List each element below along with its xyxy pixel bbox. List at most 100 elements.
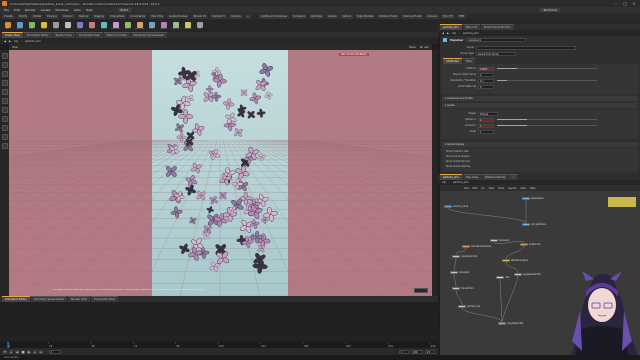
shelf-tool-l-system[interactable]: L-System [171, 21, 180, 30]
shelf-tab[interactable]: Model [31, 13, 44, 19]
node-body[interactable] [514, 273, 522, 276]
menu-labs[interactable]: Labs [74, 8, 81, 12]
viewport-canvas[interactable] [9, 50, 432, 296]
shelf-tab[interactable]: Constraints [128, 13, 148, 19]
shelf-tab[interactable]: Simple FX [210, 13, 228, 19]
node-body[interactable] [498, 322, 506, 325]
node-body[interactable] [452, 255, 460, 258]
shelf-tool-grid[interactable]: Grid [51, 21, 60, 30]
guide-folder[interactable]: ▾ Guide [442, 103, 638, 108]
node-body[interactable] [496, 276, 504, 279]
network-node-transformpieces1[interactable]: transformpieces1 [462, 245, 491, 248]
step-forward-icon[interactable]: ▸ [33, 349, 37, 354]
node-name-field[interactable]: popsolver1 [466, 38, 527, 42]
network-node-copytopoints1[interactable]: copytopoints1 [452, 255, 477, 258]
node-body[interactable] [522, 223, 530, 226]
stop-frame-field[interactable]: 0 [478, 72, 494, 77]
distance-slider[interactable] [497, 118, 597, 121]
checkbox-label[interactable]: Show Collision Geo [442, 150, 502, 153]
shelf-tab[interactable]: Volume [229, 13, 243, 19]
animation-editor-graph[interactable] [0, 302, 438, 342]
shelf-tool-path[interactable]: Path [123, 21, 132, 30]
shelf-tab[interactable]: Texture [76, 13, 91, 19]
network-node-popvop1[interactable]: popvop1 [490, 239, 509, 242]
network-node-popforce1[interactable]: popforce1 [520, 243, 541, 246]
handle-tool-icon[interactable] [1, 89, 8, 95]
path-node[interactable]: particle_sim [463, 32, 479, 35]
network-node-out-particles[interactable]: out_particles [522, 223, 546, 226]
jump-end-icon[interactable]: ⏭ [39, 349, 43, 354]
shelf-tab[interactable]: Terrain FX [191, 13, 209, 19]
path-obj[interactable]: obj [452, 32, 456, 35]
checkbox-label[interactable]: Show Guide Velocity [442, 165, 502, 168]
shelf-tool-curve[interactable]: Curve [99, 21, 108, 30]
shelf-tab-add[interactable]: + [244, 13, 251, 19]
collisions-folder[interactable]: ▸ Collisions and Limits [442, 96, 638, 101]
shelf-tab-right[interactable]: Particles [309, 13, 325, 19]
cohesion-slider[interactable] [497, 124, 597, 127]
play-icon[interactable]: ▶ [27, 349, 31, 354]
back-icon[interactable]: ◀ [4, 40, 6, 43]
network-node-attribwrangle1[interactable]: attribwrangle1 [502, 259, 528, 262]
shelf-tool-file[interactable]: File [195, 21, 204, 30]
menu-edit[interactable]: Edit [14, 8, 20, 12]
shelf-tab[interactable]: Deform [61, 13, 75, 19]
view-tool-icon[interactable] [1, 107, 8, 113]
node-body[interactable] [458, 305, 466, 308]
node-body[interactable] [522, 197, 530, 200]
path-obj[interactable]: obj [14, 40, 18, 43]
scene-viewport[interactable]: Not cached (Multiple) Left mouse tumbles… [9, 50, 432, 296]
shelf-tool-null[interactable]: Null [63, 21, 72, 30]
shelf-tab-right[interactable]: Rigid Bodies [355, 13, 376, 19]
display-icon[interactable] [1, 125, 8, 131]
lifetime-slider[interactable] [497, 67, 597, 70]
shelf-tab[interactable]: Guide Process [167, 13, 190, 19]
shelf-tab[interactable]: Create [2, 13, 15, 19]
desktop-select[interactable]: Technical [540, 8, 560, 12]
shelf-tab-right[interactable]: FEM [456, 13, 467, 19]
shelf-tool-metaball[interactable]: Metaball [183, 21, 192, 30]
persp-menu[interactable]: Persp [409, 46, 416, 49]
menu-render[interactable]: Render [25, 8, 36, 12]
step-back-icon[interactable]: ◂ [9, 349, 13, 354]
shelf-tab-right[interactable]: Vellum [340, 13, 354, 19]
guide-display-folder[interactable]: ▾ Guide Display [442, 142, 638, 147]
network-node-popspeedlimit1[interactable]: popspeedlimit1 [514, 273, 541, 276]
distance-field[interactable]: 1 [478, 117, 494, 122]
forward-icon[interactable]: ▶ [9, 40, 11, 43]
shelf-tool-spray-paint[interactable]: Spray Paint [135, 21, 144, 30]
shelf-tab-right[interactable]: Particle Fluids [377, 13, 400, 19]
play-reverse-icon[interactable]: ◀ [15, 349, 19, 354]
orientation-field[interactable]: 0.1 [478, 78, 494, 83]
maximize-icon[interactable]: □ [621, 1, 629, 6]
close-icon[interactable]: × [630, 1, 638, 6]
shelf-tool-line[interactable]: Line [75, 21, 84, 30]
shelf-tool-platonic[interactable]: Platonic [159, 21, 168, 30]
node-body[interactable] [490, 239, 498, 242]
shelf-tab[interactable]: Characters [108, 13, 127, 19]
scale-tool-icon[interactable] [1, 80, 8, 86]
orientation-slider[interactable] [497, 79, 597, 82]
shelf-tool-sphere[interactable]: Sphere [15, 21, 24, 30]
shelf-tool-font[interactable]: Font [147, 21, 156, 30]
shelf-tool-box[interactable]: Box [3, 21, 12, 30]
stop-icon[interactable]: ■ [21, 349, 25, 354]
shape-select[interactable]: Sphere [478, 111, 498, 116]
shelf-tab-right[interactable]: Grains [326, 13, 339, 19]
current-frame-field[interactable]: 1 [49, 349, 61, 354]
move-tool-icon[interactable] [1, 62, 8, 68]
end-frame-field[interactable]: 240 [411, 349, 423, 354]
scale-field[interactable]: 1 [478, 129, 494, 134]
minimize-icon[interactable]: – [612, 1, 620, 6]
jump-start-icon[interactable]: ⏮ [3, 349, 7, 354]
network-node-rot1[interactable]: rot1 [496, 276, 510, 279]
forward-icon[interactable]: ▶ [447, 32, 449, 35]
render-region-icon[interactable] [1, 143, 8, 149]
menu-file[interactable]: File [4, 8, 9, 12]
group-type-select[interactable]: Guess from Group [476, 51, 516, 56]
node-body[interactable] [520, 243, 528, 246]
cohesion-field[interactable]: 1 [478, 123, 494, 128]
network-node-popsolver1[interactable]: popsolver1 [522, 197, 544, 200]
start-frame-field[interactable]: 1 [399, 349, 409, 354]
node-body[interactable] [502, 259, 510, 262]
